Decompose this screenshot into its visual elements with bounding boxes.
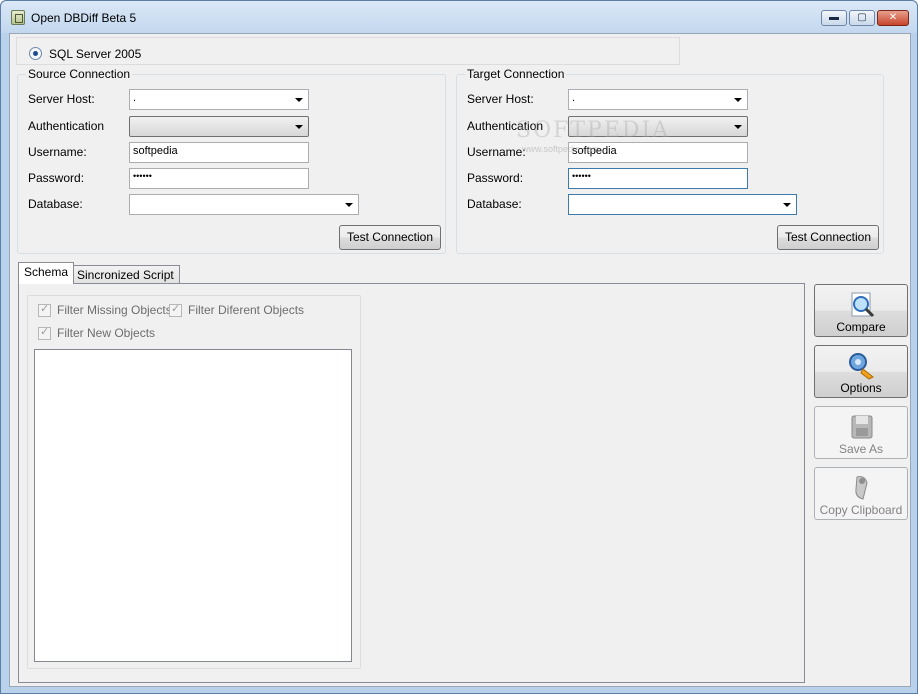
target-server-host-label: Server Host: [467,92,534,106]
save-as-label: Save As [838,442,884,456]
tab-schema[interactable]: Schema [18,262,75,284]
save-as-button[interactable]: Save As [814,406,908,459]
gears-icon [849,353,874,380]
target-connection-title: Target Connection [465,67,567,81]
source-authentication-combo[interactable] [129,116,309,137]
checkbox-icon [38,302,51,317]
options-label: Options [840,381,882,395]
watermark-url: www.softpedia.com [522,144,600,154]
source-connection-title: Source Connection [26,67,133,81]
filter-new-checkbox[interactable]: Filter New Objects [38,325,156,340]
source-test-connection-button[interactable]: Test Connection [339,225,441,250]
minimize-button[interactable]: ▬ [821,10,847,26]
source-database-combo[interactable] [129,194,359,215]
source-server-host-label: Server Host: [28,92,95,106]
maximize-button[interactable]: ▢ [849,10,875,26]
magnifier-document-icon [851,292,875,318]
target-server-host-combo[interactable]: . [568,89,748,110]
client-area: SQL Server 2005 Source Connection Server… [9,33,911,687]
app-window: Open DBDiff Beta 5 ▬ ▢ ✕ SQL Server 2005… [0,0,918,694]
provider-box: SQL Server 2005 [16,37,680,65]
objects-tree[interactable] [34,349,352,662]
provider-label: SQL Server 2005 [49,47,142,61]
schema-tab-page: Filter Missing Objects Filter Diferent O… [18,283,805,683]
filter-missing-checkbox[interactable]: Filter Missing Objects [38,302,172,317]
floppy-disk-icon [851,415,873,439]
checkbox-icon [38,325,51,340]
target-database-combo[interactable] [568,194,797,215]
watermark-text: SOFTPEDIA [516,118,671,143]
close-button[interactable]: ✕ [877,10,909,26]
source-server-host-combo[interactable]: . [129,89,309,110]
title-bar[interactable]: Open DBDiff Beta 5 ▬ ▢ ✕ [1,1,917,33]
target-password-input[interactable]: •••••• [568,168,748,189]
clipboard-icon [855,476,868,500]
filter-new-label: Filter New Objects [57,326,156,340]
window-title: Open DBDiff Beta 5 [31,11,137,25]
target-connection-group: Target Connection Server Host: . Authent… [456,67,884,254]
source-connection-group: Source Connection Server Host: . Authent… [17,67,446,254]
copy-clipboard-button[interactable]: Copy Clipboard [814,467,908,520]
compare-button[interactable]: Compare [814,284,908,337]
target-password-label: Password: [467,171,524,185]
filter-different-checkbox[interactable]: Filter Diferent Objects [169,302,305,317]
target-username-label: Username: [467,145,526,159]
source-username-input[interactable]: softpedia [129,142,309,163]
target-test-connection-button[interactable]: Test Connection [777,225,879,250]
source-password-label: Password: [28,171,85,185]
options-button[interactable]: Options [814,345,908,398]
compare-label: Compare [836,320,886,334]
provider-radio[interactable] [29,47,42,60]
copy-clipboard-label: Copy Clipboard [819,503,903,517]
filter-different-label: Filter Diferent Objects [188,303,305,317]
source-database-label: Database: [28,197,83,211]
filter-box: Filter Missing Objects Filter Diferent O… [27,295,361,669]
filter-missing-label: Filter Missing Objects [57,303,172,317]
tab-sincronized-script[interactable]: Sincronized Script [71,265,180,284]
source-authentication-label: Authentication [28,119,105,133]
target-database-label: Database: [467,197,522,211]
source-password-input[interactable]: •••••• [129,168,309,189]
source-username-label: Username: [28,145,87,159]
app-icon [11,10,25,25]
checkbox-icon [169,302,182,317]
